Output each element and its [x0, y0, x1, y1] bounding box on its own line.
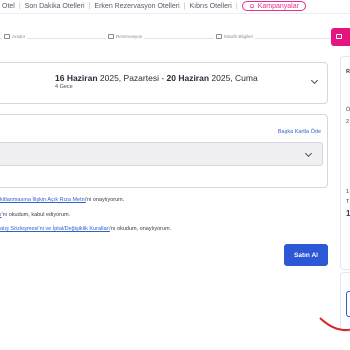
- step-label: Araştır: [12, 34, 26, 39]
- cart-button[interactable]: [331, 28, 350, 46]
- card-select[interactable]: [0, 142, 323, 166]
- step-search: Araştır: [2, 34, 28, 39]
- step-reservation: Rezervasyon: [106, 34, 145, 39]
- nights-count: 4 Gece: [55, 84, 73, 90]
- nav-link-last-minute[interactable]: Son Dakika Otelleri: [25, 3, 85, 10]
- top-navigation: Otel | Son Dakika Otelleri | Erken Rezer…: [0, 0, 350, 14]
- steps-line: [0, 38, 330, 39]
- campaigns-label: Kampanyalar: [257, 2, 299, 10]
- date-summary-card[interactable]: 16 Haziran 2025, Pazartesi - 20 Haziran …: [0, 62, 328, 104]
- buy-button[interactable]: Satın Al: [284, 244, 328, 266]
- checkin-rest: 2025, Pazartesi -: [97, 73, 167, 83]
- nav-separator: |: [18, 2, 21, 10]
- search-icon: [4, 34, 10, 39]
- summary-text: Ö: [346, 107, 350, 113]
- chevron-down-icon[interactable]: [310, 76, 319, 85]
- nav-link-early-booking[interactable]: Erken Rezervasyon Otelleri: [94, 3, 179, 10]
- consent-sales-agreement: atış Sözleşmesi'ni ve İptal/Değişiklik K…: [0, 226, 171, 232]
- other-card-link[interactable]: Başka Kartla Öde: [278, 129, 321, 135]
- nav-separator: |: [88, 2, 91, 10]
- summary-text: T: [346, 199, 350, 205]
- calendar-icon: [108, 34, 114, 39]
- consent-clarification: ı'nı okudum, kabul ediyorum.: [0, 212, 70, 218]
- booking-steps: Araştır Rezervasyon Misafir Bilgileri: [0, 30, 330, 46]
- step-label: Misafir Bilgileri: [224, 34, 254, 39]
- step-label: Rezervasyon: [116, 34, 143, 39]
- summary-price: 1: [346, 209, 350, 218]
- summary-text: 1: [346, 189, 350, 195]
- nav-separator: |: [183, 2, 186, 10]
- sales-agreement-link[interactable]: atış Sözleşmesi'ni ve İptal/Değişiklik K…: [0, 226, 110, 232]
- date-range: 16 Haziran 2025, Pazartesi - 20 Haziran …: [55, 73, 258, 83]
- cart-icon: [336, 34, 342, 39]
- payment-card-section: Başka Kartla Öde: [0, 114, 328, 188]
- checkout-date: 20 Haziran: [166, 73, 210, 83]
- consent-text: 'nı okudum, kabul ediyorum.: [1, 212, 71, 218]
- bell-icon: [249, 3, 254, 9]
- nav-link-cyprus[interactable]: Kıbrıs Otelleri: [189, 3, 231, 10]
- nav-links: Otel | Son Dakika Otelleri | Erken Rezer…: [2, 1, 306, 11]
- consent-text: 'nı okudum, onaylıyorum.: [109, 226, 172, 232]
- consent-text: 'ni onaylıyorum.: [85, 197, 125, 203]
- consent-explicit: kitlanmasına İlişkin Açık Rıza Metni'ni …: [0, 197, 124, 203]
- nav-link-hotel[interactable]: Otel: [2, 3, 15, 10]
- nav-separator: |: [235, 2, 238, 10]
- checkin-date: 16 Haziran: [55, 73, 98, 83]
- summary-text: R: [346, 69, 350, 75]
- annotation-curve: [319, 317, 350, 331]
- step-guest-info: Misafir Bilgileri: [214, 34, 256, 39]
- user-icon: [216, 34, 222, 39]
- summary-text: 2: [346, 119, 350, 125]
- reservation-summary-panel: R Ö 2 1 T 1: [340, 56, 350, 270]
- chevron-down-icon: [304, 149, 313, 158]
- explicit-consent-link[interactable]: kitlanmasına İlişkin Açık Rıza Metni: [0, 197, 86, 203]
- checkout-rest: 2025, Cuma: [209, 73, 258, 83]
- campaigns-button[interactable]: Kampanyalar: [241, 1, 306, 11]
